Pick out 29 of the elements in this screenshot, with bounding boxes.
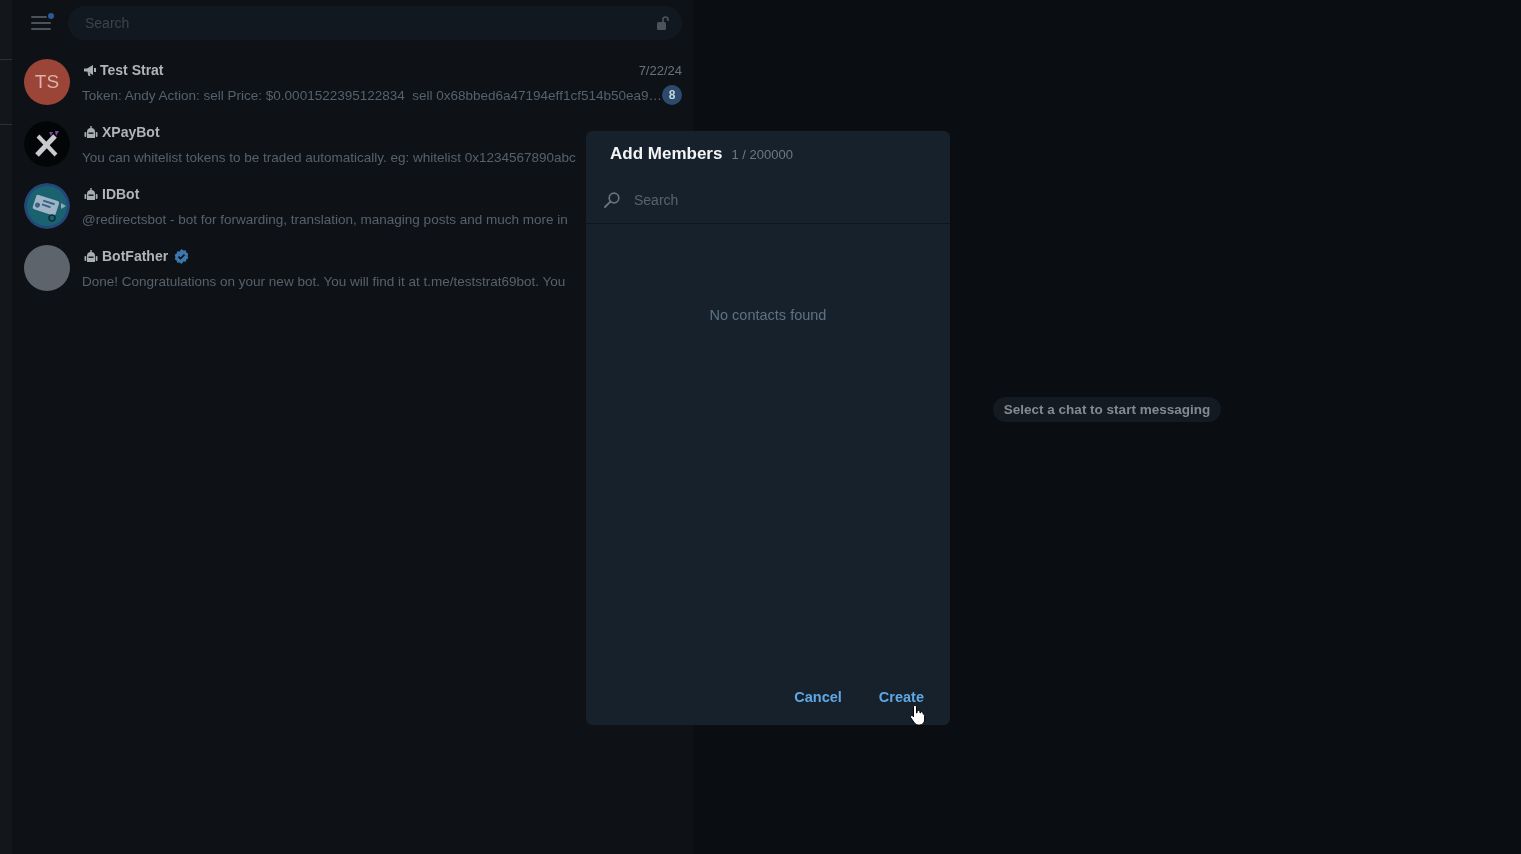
- chat-name: Test Strat: [100, 62, 164, 78]
- chat-date: 7/22/24: [638, 62, 682, 78]
- robot-icon: [84, 250, 98, 262]
- chat-name: BotFather: [102, 248, 169, 264]
- message-preview: You can whitelist tokens to be traded automatically. eg: whitelist 0x1234567890abc: [82, 149, 576, 165]
- dialog-title: Add Members: [610, 144, 723, 164]
- robot-icon: [84, 126, 98, 138]
- search-field[interactable]: Search: [634, 185, 932, 215]
- photo-placeholder: [24, 245, 70, 291]
- avatar: TS: [24, 59, 70, 105]
- create-button[interactable]: Create: [868, 679, 934, 715]
- chat-name: XPayBot: [102, 124, 160, 140]
- robot-icon: [84, 188, 98, 200]
- message-preview: Token: Andy Action: sell Price: $0.0001522395122834 sell 0x68bbed6a47194eff1cf514b50ea9…: [82, 87, 662, 103]
- chat-name: IDBot: [102, 186, 140, 202]
- cancel-button[interactable]: Cancel: [784, 679, 852, 715]
- megaphone-icon: [84, 64, 96, 76]
- search-icon: [604, 192, 620, 208]
- message-preview: @redirectsbot - bot for forwarding, translation, managing posts and much more in: [82, 211, 568, 227]
- id-card-icon: [24, 183, 70, 229]
- unread-badge: 8: [662, 85, 682, 105]
- empty-chat-notice: Select a chat to start messaging: [992, 396, 1222, 422]
- padlock-icon[interactable]: [657, 16, 670, 30]
- x-logo-icon: [24, 121, 70, 167]
- menu-icon: [31, 16, 51, 30]
- hand-cursor-icon: [909, 704, 927, 726]
- message-preview: Done! Congratulations on your new bot. You will find it at t.me/teststrat69bot. You: [82, 273, 566, 289]
- empty-contacts-message: No contacts found: [709, 306, 827, 324]
- member-count: 1 / 200000: [731, 147, 793, 162]
